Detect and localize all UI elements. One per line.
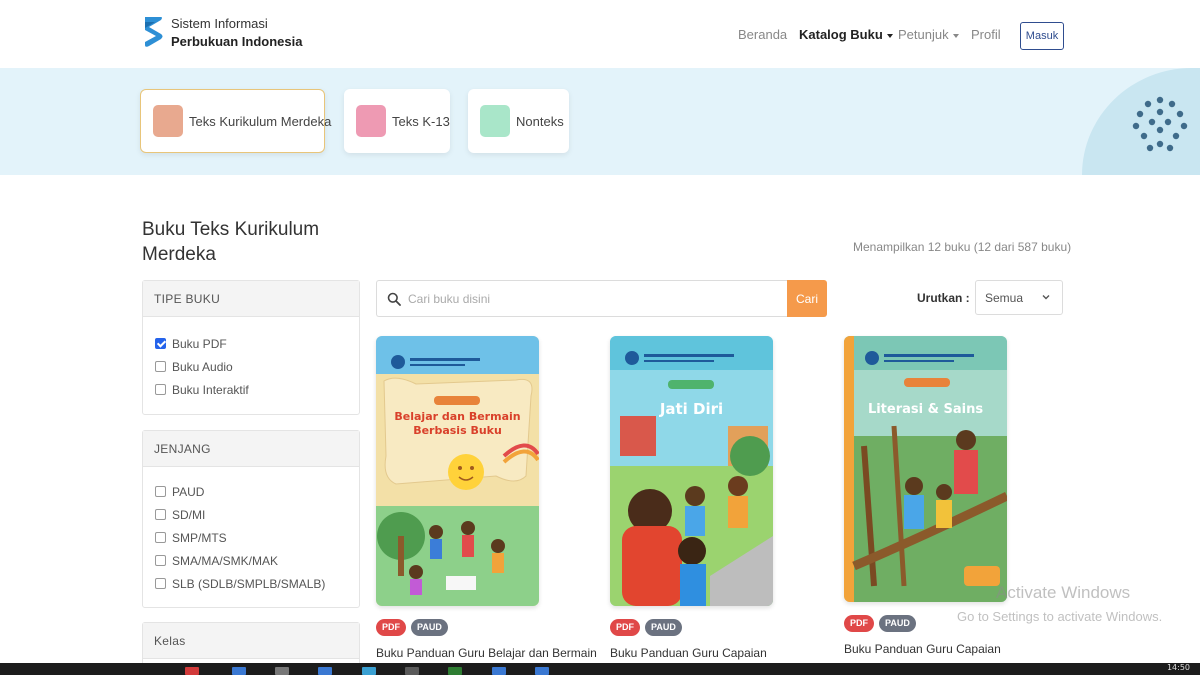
- search-input[interactable]: [408, 289, 768, 309]
- brand-line2: Perbukuan Indonesia: [171, 34, 303, 49]
- filter-option-buku-pdf[interactable]: Buku PDF: [143, 332, 359, 355]
- checkbox[interactable]: [155, 532, 166, 543]
- activation-watermark-title: Activate Windows: [996, 583, 1131, 602]
- option-label: Buku PDF: [172, 336, 227, 351]
- checkbox[interactable]: [155, 555, 166, 566]
- activation-watermark-text: Go to Settings to activate Windows.: [957, 609, 1163, 624]
- page: Sistem Informasi Perbukuan Indonesia Ber…: [0, 0, 1200, 675]
- taskbar-app-icon[interactable]: [232, 667, 246, 675]
- book-cover[interactable]: Belajar dan Bermain Berbasis Buku: [376, 336, 539, 606]
- filter-jenjang: JENJANG PAUD SD/MI SMP/MTS SMA/MA/SMK/MA…: [142, 430, 360, 608]
- option-label: SMA/MA/SMK/MAK: [172, 553, 279, 568]
- filter-option-paud[interactable]: PAUD: [143, 480, 359, 503]
- sort-value: Semua: [985, 291, 1024, 305]
- taskbar-app-icon[interactable]: [492, 667, 506, 675]
- taskbar-app-icon[interactable]: [185, 667, 199, 675]
- checkbox[interactable]: [155, 338, 166, 349]
- badge-group: PDF PAUD: [376, 619, 601, 636]
- chevron-down-icon: [1042, 295, 1050, 300]
- taskbar-app-icon[interactable]: [318, 667, 332, 675]
- cover-title: Literasi & Sains: [867, 402, 984, 417]
- book-cover-illustration: [844, 336, 1007, 602]
- badge-pdf: PDF: [610, 619, 640, 636]
- filter-option-smp-mts[interactable]: SMP/MTS: [143, 526, 359, 549]
- brand-name[interactable]: Sistem Informasi Perbukuan Indonesia: [171, 15, 302, 51]
- checkbox[interactable]: [155, 361, 166, 372]
- checkbox[interactable]: [155, 509, 166, 520]
- filter-title[interactable]: Kelas: [143, 623, 359, 659]
- book-cover[interactable]: Jati Diri: [610, 336, 773, 606]
- cover-title: Jati Diri: [659, 400, 724, 418]
- filter-title: TIPE BUKU: [143, 281, 359, 317]
- filter-option-buku-interaktif[interactable]: Buku Interaktif: [143, 378, 359, 401]
- category-label: Teks K-13: [392, 113, 450, 129]
- book-cover[interactable]: Literasi & Sains: [844, 336, 1007, 602]
- filter-option-slb[interactable]: SLB (SDLB/SMPLB/SMALB): [143, 572, 359, 595]
- search-button[interactable]: Cari: [787, 280, 827, 317]
- badge-pdf: PDF: [376, 619, 406, 636]
- cover-title: Belajar dan Bermain: [394, 410, 521, 423]
- book-title[interactable]: Buku Panduan Guru Belajar dan Bermain: [376, 646, 601, 660]
- badge-paud: PAUD: [411, 619, 448, 636]
- taskbar-app-icon[interactable]: [405, 667, 419, 675]
- category-teks-k13[interactable]: Teks K-13: [344, 89, 450, 153]
- cover-subtitle: Berbasis Buku: [413, 424, 502, 437]
- nav-katalog-buku[interactable]: Katalog Buku: [799, 27, 893, 42]
- filter-option-sd-mi[interactable]: SD/MI: [143, 503, 359, 526]
- book-cover-illustration: [610, 336, 773, 606]
- book-card[interactable]: Belajar dan Bermain Berbasis Buku PDF PA…: [376, 336, 601, 660]
- checkbox[interactable]: [155, 578, 166, 589]
- option-label: PAUD: [172, 484, 205, 499]
- book-card[interactable]: Jati Diri PDF PAUD Buku Panduan Guru Cap…: [610, 336, 835, 660]
- filter-option-sma[interactable]: SMA/MA/SMK/MAK: [143, 549, 359, 572]
- taskbar-clock[interactable]: 14:50: [1167, 663, 1190, 672]
- category-label: Nonteks: [516, 113, 564, 129]
- filter-tipe-buku: TIPE BUKU Buku PDF Buku Audio Buku Inter…: [142, 280, 360, 415]
- option-label: Buku Audio: [172, 359, 233, 374]
- brand-line1: Sistem Informasi: [171, 16, 268, 31]
- sort-select[interactable]: Semua: [975, 280, 1063, 315]
- result-count: Menampilkan 12 buku (12 dari 587 buku): [853, 240, 1072, 254]
- option-label: SD/MI: [172, 507, 206, 522]
- nav-beranda[interactable]: Beranda: [738, 27, 787, 42]
- badge-group: PDF PAUD: [610, 619, 835, 636]
- os-taskbar: 14:50: [0, 663, 1200, 675]
- badge-paud: PAUD: [645, 619, 682, 636]
- nav-profil[interactable]: Profil: [971, 27, 1001, 42]
- option-label: SMP/MTS: [172, 530, 227, 545]
- search-icon: [387, 292, 401, 306]
- book-cover-illustration: [376, 336, 539, 606]
- search-box: [376, 280, 787, 317]
- category-banner: Teks Kurikulum Merdeka Teks K-13 Nonteks: [0, 68, 1200, 175]
- option-label: SLB (SDLB/SMPLB/SMALB): [172, 576, 326, 591]
- category-label: Teks Kurikulum Merdeka: [189, 113, 332, 129]
- book-title[interactable]: Buku Panduan Guru Capaian: [844, 642, 1069, 656]
- sort-label: Urutkan :: [917, 291, 970, 305]
- page-title: Buku Teks Kurikulum Merdeka: [142, 219, 320, 265]
- checkbox[interactable]: [155, 384, 166, 395]
- taskbar-app-icon[interactable]: [362, 667, 376, 675]
- filter-title: JENJANG: [143, 431, 359, 467]
- option-label: Buku Interaktif: [172, 382, 249, 397]
- book-card[interactable]: Literasi & Sains PDF PAUD Buku Panduan G…: [844, 336, 1069, 656]
- book-color-icon: [153, 105, 183, 137]
- category-nonteks[interactable]: Nonteks: [468, 89, 569, 153]
- book-color-icon: [480, 105, 510, 137]
- dots-decoration-icon: [1132, 96, 1188, 152]
- checkbox[interactable]: [155, 486, 166, 497]
- book-title[interactable]: Buku Panduan Guru Capaian: [610, 646, 835, 660]
- taskbar-app-icon[interactable]: [448, 667, 462, 675]
- taskbar-app-icon[interactable]: [275, 667, 289, 675]
- navbar: Sistem Informasi Perbukuan Indonesia Ber…: [0, 0, 1200, 68]
- login-button[interactable]: Masuk: [1020, 22, 1064, 50]
- nav-petunjuk[interactable]: Petunjuk: [898, 27, 959, 42]
- book-color-icon: [356, 105, 386, 137]
- sibi-logo-icon[interactable]: [141, 15, 165, 49]
- filter-option-buku-audio[interactable]: Buku Audio: [143, 355, 359, 378]
- badge-pdf: PDF: [844, 615, 874, 632]
- taskbar-app-icon[interactable]: [535, 667, 549, 675]
- badge-paud: PAUD: [879, 615, 916, 632]
- category-teks-kurikulum-merdeka[interactable]: Teks Kurikulum Merdeka: [140, 89, 331, 153]
